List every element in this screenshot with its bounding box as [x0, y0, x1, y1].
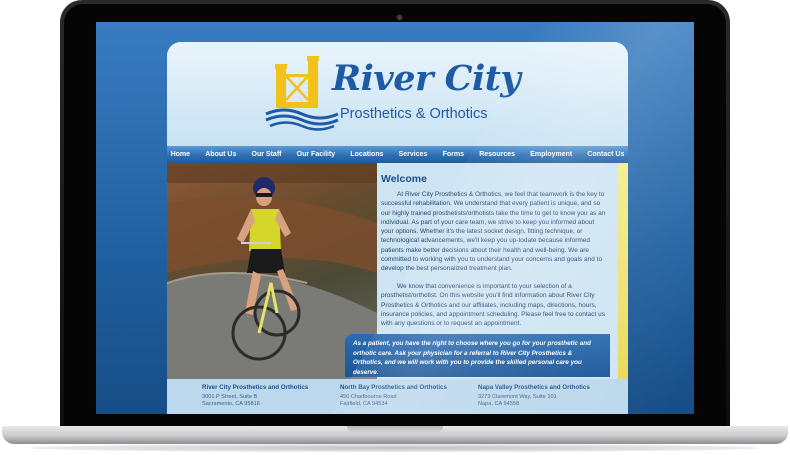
- nav-resources[interactable]: Resources: [479, 151, 515, 158]
- site-logo[interactable]: River City Prosthetics & Orthotics: [262, 56, 562, 136]
- tower-bridge-icon: [265, 56, 339, 131]
- welcome-paragraph-1: At River City Prosthetics & Orthotics, w…: [381, 191, 606, 273]
- location-city: Fairfield, CA 94534: [340, 401, 388, 407]
- accent-strip: [618, 163, 628, 379]
- location-name: River City Prosthetics and Orthotics: [202, 384, 309, 391]
- lid-notch: [347, 426, 443, 433]
- nav-contact-us[interactable]: Contact Us: [587, 151, 624, 158]
- nav-services[interactable]: Services: [399, 151, 428, 158]
- brand-name: River City: [332, 58, 521, 99]
- browser-screen: River City Prosthetics & Orthotics Home …: [96, 22, 694, 414]
- nav-our-staff[interactable]: Our Staff: [252, 151, 282, 158]
- location-name: Napa Valley Prosthetics and Orthotics: [478, 384, 590, 391]
- location-address: 3273 Claremont Way, Suite 101: [478, 394, 557, 400]
- nav-employment[interactable]: Employment: [530, 151, 572, 158]
- location-card[interactable]: Napa Valley Prosthetics and Orthotics 32…: [478, 384, 618, 408]
- location-name: North Bay Prosthetics and Orthotics: [340, 384, 447, 391]
- brand-tagline: Prosthetics & Orthotics: [340, 106, 488, 122]
- location-city: Napa, CA 94558: [478, 401, 520, 407]
- nav-our-facility[interactable]: Our Facility: [297, 151, 336, 158]
- main-nav: Home About Us Our Staff Our Facility Loc…: [167, 146, 628, 163]
- laptop-shadow: [30, 444, 760, 452]
- nav-locations[interactable]: Locations: [350, 151, 383, 158]
- location-address: 450 Chadbourne Road: [340, 394, 397, 400]
- welcome-heading: Welcome: [381, 173, 427, 185]
- location-card[interactable]: North Bay Prosthetics and Orthotics 450 …: [340, 384, 480, 408]
- location-address: 3001 P Street, Suite B: [202, 394, 258, 400]
- location-city: Sacramento, CA 95816: [202, 401, 260, 407]
- site-header: River City Prosthetics & Orthotics: [167, 42, 628, 146]
- camera-icon: [397, 15, 402, 20]
- laptop-base: [2, 426, 788, 444]
- location-card[interactable]: River City Prosthetics and Orthotics 300…: [202, 384, 342, 408]
- nav-about-us[interactable]: About Us: [205, 151, 236, 158]
- locations-footer: River City Prosthetics and Orthotics 300…: [167, 379, 628, 414]
- nav-forms[interactable]: Forms: [443, 151, 464, 158]
- welcome-paragraph-2: We know that convenience is important to…: [381, 283, 606, 328]
- patient-rights-banner: As a patient, you have the right to choo…: [345, 334, 610, 377]
- nav-home[interactable]: Home: [171, 151, 190, 158]
- website-page: River City Prosthetics & Orthotics Home …: [167, 42, 628, 414]
